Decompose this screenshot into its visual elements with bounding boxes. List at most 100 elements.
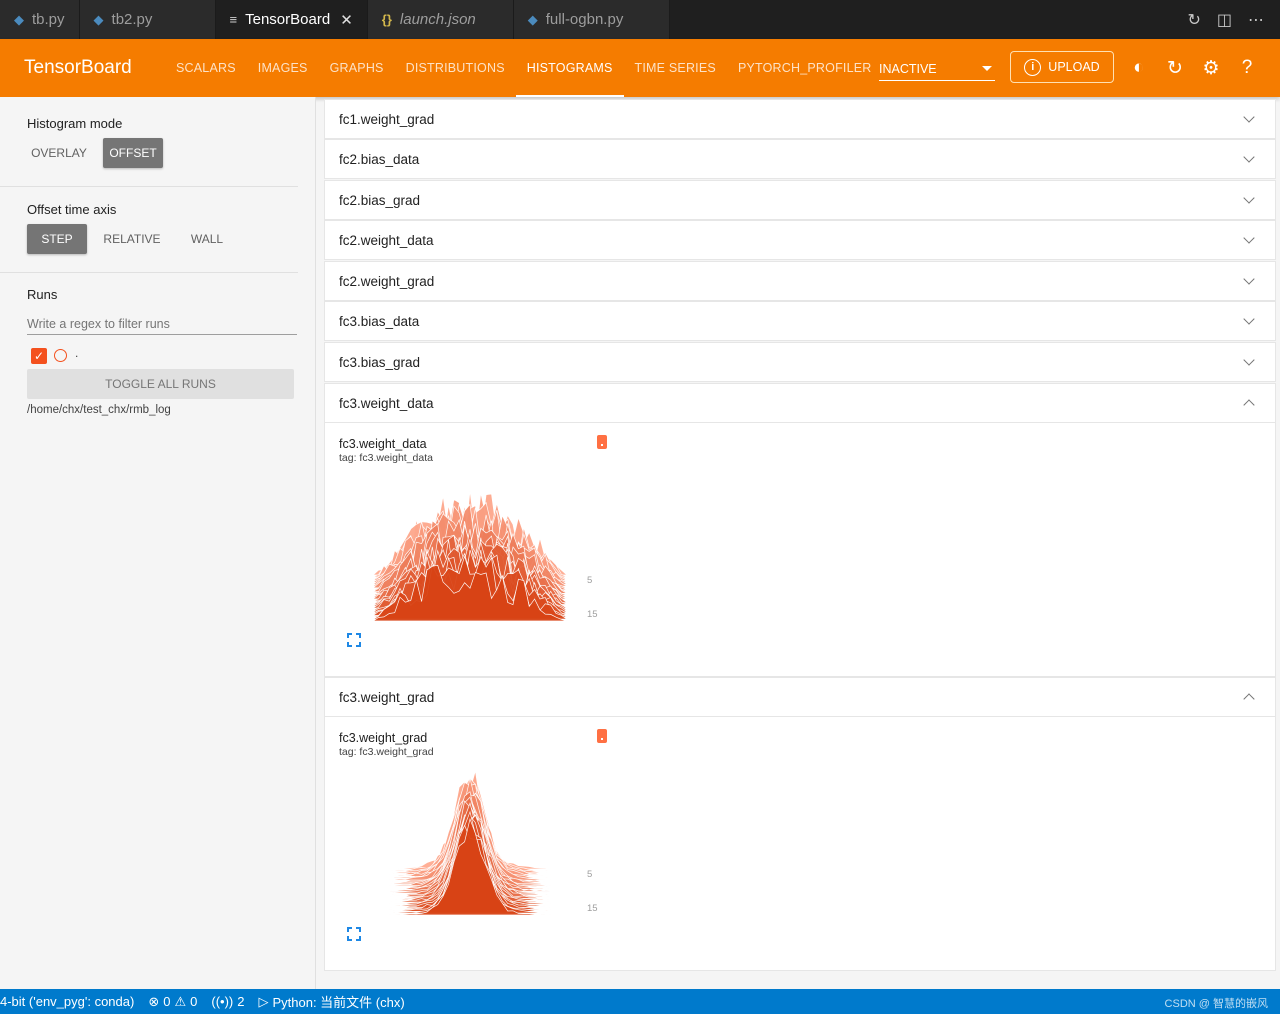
error-icon: ⊗	[148, 993, 160, 1009]
category-fc3-bias-data[interactable]: fc3.bias_data	[324, 301, 1276, 341]
runs-title: Runs	[27, 287, 58, 302]
editor-tab-label: tb2.py	[111, 11, 153, 28]
watermark: CSDN @ 智慧的嵌风	[1164, 998, 1268, 1010]
category-fc3-bias-grad[interactable]: fc3.bias_grad	[324, 342, 1276, 382]
axis-wall-button[interactable]: WALL	[180, 224, 234, 254]
debug-run-icon: ▷	[258, 993, 269, 1009]
nav-tab-histograms[interactable]: HISTOGRAMS	[515, 39, 624, 97]
run-indicator-icon[interactable]	[597, 435, 607, 449]
editor-tab-label: launch.json	[399, 11, 476, 28]
mode-offset-button[interactable]: OFFSET	[103, 138, 163, 168]
category-title: fc2.bias_grad	[339, 192, 421, 208]
run-indicator-icon[interactable]	[597, 729, 607, 743]
run-filter-input[interactable]	[27, 313, 297, 335]
upload-button[interactable]: i UPLOAD	[1010, 51, 1114, 83]
python-interpreter[interactable]: 4-bit ('env_pyg': conda)	[0, 994, 134, 1009]
chevron-down-icon	[1243, 232, 1255, 244]
chevron-down-icon	[1243, 354, 1255, 366]
run-config-label: Python: 当前文件 (chx)	[272, 995, 405, 1010]
y-tick-label: 5	[587, 575, 592, 586]
chevron-down-icon	[1243, 313, 1255, 325]
editor-tab-bar: ◆ tb.py ◆ tb2.py ≡ TensorBoard ✕ {} laun…	[0, 0, 1280, 39]
toggle-all-runs-button[interactable]: TOGGLE ALL RUNS	[27, 369, 294, 399]
histogram-chart[interactable]: −0.15−0.050.050.15515	[355, 475, 605, 635]
category-fc2-weight-grad[interactable]: fc2.weight_grad	[324, 261, 1276, 301]
editor-actions: ↻ ◫ ⋯	[1187, 0, 1280, 39]
nav-tab-time-series[interactable]: TIME SERIES	[624, 39, 727, 97]
axis-step-button[interactable]: STEP	[27, 224, 87, 254]
python-icon: ◆	[93, 11, 104, 27]
help-icon[interactable]: ?	[1237, 57, 1257, 78]
category-title: fc3.bias_grad	[339, 354, 421, 370]
histogram-chart[interactable]: −0.08−0.040.000.040.08515	[355, 769, 605, 929]
category-fc2-bias-data[interactable]: fc2.bias_data	[324, 139, 1276, 179]
settings-gear-icon[interactable]: ⚙	[1201, 58, 1221, 79]
close-icon[interactable]: ✕	[340, 11, 353, 29]
sidebar-divider	[0, 272, 298, 273]
histogram-card: fc3.weight_data tag: fc3.weight_data −0.…	[339, 435, 611, 657]
category-content: fc3.weight_data tag: fc3.weight_data −0.…	[324, 423, 1276, 677]
preview-icon: ≡	[229, 12, 238, 27]
category-fc3-weight-grad[interactable]: fc3.weight_grad	[324, 677, 1276, 717]
category-title: fc1.weight_grad	[339, 111, 435, 127]
reload-icon[interactable]: ↻	[1165, 58, 1185, 79]
histogram-card: fc3.weight_grad tag: fc3.weight_grad −0.…	[339, 729, 611, 951]
editor-tab-full-ogbn-py[interactable]: ◆ full-ogbn.py	[513, 0, 670, 39]
ports-count: 2	[237, 994, 245, 1009]
nav-tab-distributions[interactable]: DISTRIBUTIONS	[395, 39, 516, 97]
nav-tab-scalars[interactable]: SCALARS	[165, 39, 247, 97]
editor-tab-launch-json[interactable]: {} launch.json	[367, 0, 514, 39]
inactive-select-value: INACTIVE	[879, 61, 937, 76]
inactive-plugins-select[interactable]: INACTIVE	[879, 57, 995, 81]
editor-tab-tensorboard[interactable]: ≡ TensorBoard ✕	[215, 0, 368, 39]
plugin-nav: SCALARS IMAGES GRAPHS DISTRIBUTIONS HIST…	[165, 39, 883, 97]
more-actions-icon[interactable]: ⋯	[1248, 10, 1264, 30]
warning-count: 0	[190, 994, 198, 1009]
warning-icon: ⚠	[174, 993, 187, 1009]
chevron-up-icon	[1243, 399, 1255, 411]
editor-tab-tb2-py[interactable]: ◆ tb2.py	[79, 0, 216, 39]
category-fc1-weight-grad[interactable]: fc1.weight_grad	[324, 99, 1276, 139]
category-fc3-weight-data[interactable]: fc3.weight_data	[324, 383, 1276, 423]
y-tick-label: 5	[587, 869, 592, 880]
category-fc2-weight-data[interactable]: fc2.weight_data	[324, 220, 1276, 260]
fullscreen-icon[interactable]	[347, 927, 361, 941]
ports-indicator[interactable]: ((•)) 2	[211, 994, 244, 1009]
run-color-swatch[interactable]	[54, 349, 67, 362]
tensorboard-header: TensorBoard SCALARS IMAGES GRAPHS DISTRI…	[0, 39, 1280, 97]
histogram-panel: fc1.weight_grad fc2.bias_data fc2.bias_g…	[324, 99, 1276, 989]
nav-tab-graphs[interactable]: GRAPHS	[319, 39, 395, 97]
y-tick-label: 15	[587, 903, 598, 914]
nav-tab-images[interactable]: IMAGES	[247, 39, 319, 97]
category-title: fc2.weight_grad	[339, 273, 435, 289]
info-icon: i	[1024, 58, 1042, 76]
card-tag: tag: fc3.weight_grad	[339, 746, 434, 758]
card-title: fc3.weight_grad	[339, 731, 428, 745]
editor-tab-tb-py[interactable]: ◆ tb.py	[0, 0, 80, 39]
axis-relative-button[interactable]: RELATIVE	[99, 224, 165, 254]
log-directory-path: /home/chx/test_chx/rmb_log	[27, 404, 171, 416]
theme-toggle-icon[interactable]: ◐	[1129, 57, 1149, 78]
mode-overlay-button[interactable]: OVERLAY	[27, 138, 91, 168]
category-title: fc2.weight_data	[339, 232, 434, 248]
split-editor-icon[interactable]: ◫	[1217, 10, 1232, 30]
broadcast-icon: ((•))	[211, 994, 234, 1009]
run-checkbox[interactable]: ✓	[31, 348, 47, 364]
dropdown-caret-icon	[982, 66, 992, 71]
python-icon: ◆	[14, 11, 24, 27]
chevron-up-icon	[1243, 693, 1255, 705]
fullscreen-icon[interactable]	[347, 633, 361, 647]
chevron-down-icon	[1243, 192, 1255, 204]
card-title: fc3.weight_data	[339, 437, 427, 451]
chevron-down-icon	[1243, 273, 1255, 285]
editor-tab-label: full-ogbn.py	[545, 11, 624, 28]
tensorboard-brand: TensorBoard	[24, 57, 132, 78]
problems-indicator[interactable]: ⊗ 0 ⚠ 0	[148, 994, 197, 1010]
category-fc2-bias-grad[interactable]: fc2.bias_grad	[324, 180, 1276, 220]
category-title: fc3.bias_data	[339, 313, 420, 329]
chevron-down-icon	[1243, 151, 1255, 163]
python-icon: ◆	[527, 11, 538, 27]
nav-tab-pytorch-profiler[interactable]: PYTORCH_PROFILER	[727, 39, 883, 97]
refresh-icon[interactable]: ↻	[1187, 10, 1200, 30]
run-config-indicator[interactable]: ▷ Python: 当前文件 (chx)	[258, 992, 404, 1011]
